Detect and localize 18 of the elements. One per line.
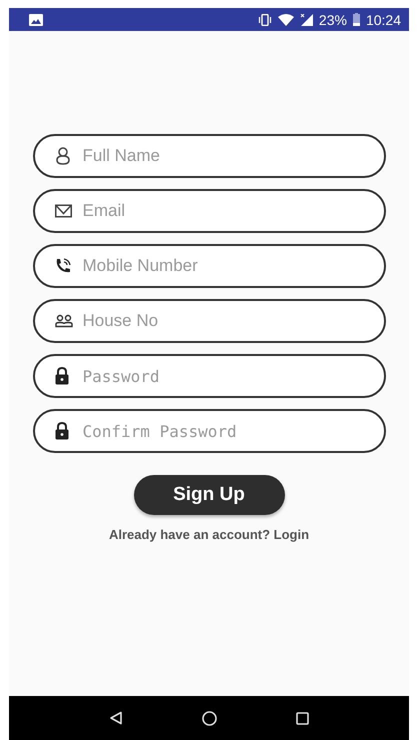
input-field[interactable]: Email xyxy=(32,189,386,233)
input-field[interactable]: Mobile Number xyxy=(32,244,386,288)
clock: 10:24 xyxy=(366,12,401,28)
input-field[interactable]: Password xyxy=(32,354,386,398)
vibrate-icon xyxy=(258,14,272,26)
login-link[interactable]: Already have an account? Login xyxy=(108,527,310,542)
input-field[interactable]: Confirm Password xyxy=(32,409,386,453)
battery-icon xyxy=(352,13,360,26)
input-field[interactable]: Full Name xyxy=(32,134,386,178)
battery-percent: 23% xyxy=(318,12,347,28)
recents-icon[interactable] xyxy=(296,712,310,724)
input-field[interactable]: House No xyxy=(32,299,386,343)
home-icon[interactable] xyxy=(202,710,217,726)
sign-up-button[interactable]: Sign Up xyxy=(134,475,284,515)
image-icon xyxy=(29,14,43,26)
wifi-icon xyxy=(278,14,294,26)
signal-icon xyxy=(300,14,313,26)
back-icon[interactable] xyxy=(108,711,123,725)
